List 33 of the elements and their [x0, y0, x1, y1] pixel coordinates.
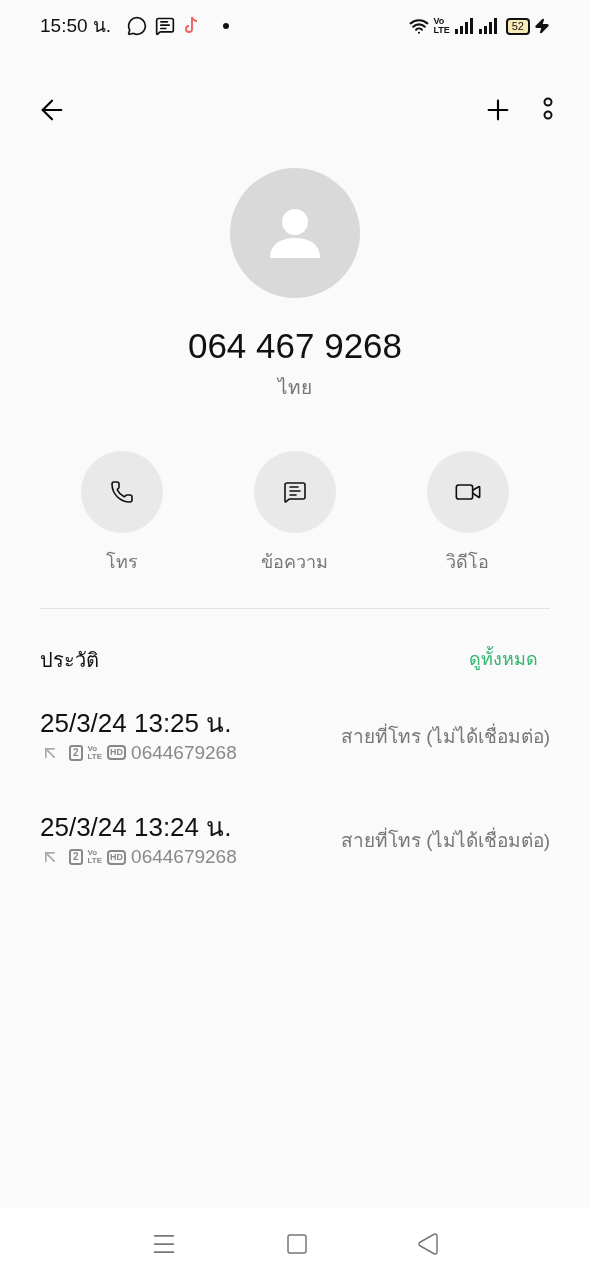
chat-icon — [127, 16, 148, 36]
call-status: สายที่โทร (ไม่ได้เชื่อมต่อ) — [341, 827, 550, 856]
phone-number: 064 467 9268 — [187, 326, 403, 366]
back-nav-button[interactable] — [416, 1232, 441, 1256]
sim-badge: 2 — [69, 744, 83, 761]
signal-icon — [477, 18, 498, 34]
volte-label: Vo LTE — [87, 744, 103, 761]
hd-badge: HD — [107, 745, 127, 761]
volte-label: Vo LTE — [87, 849, 103, 866]
message-action[interactable]: ข้อความ — [235, 450, 355, 576]
call-status: สายที่โทร (ไม่ได้เชื่อมต่อ) — [341, 722, 550, 749]
comment-icon — [155, 16, 176, 36]
sim-badge: 2 — [69, 849, 83, 866]
charging-icon — [534, 18, 550, 34]
hd-badge: HD — [107, 849, 127, 865]
call-number: 0644679268 — [131, 845, 237, 869]
location: ไทย — [278, 376, 312, 400]
wifi-icon — [409, 16, 430, 36]
battery-icon: 52 — [505, 17, 530, 35]
view-all-link[interactable]: ดูทั้งหมด — [469, 646, 538, 673]
call-datetime: 25/3/24 13:24 น. — [40, 811, 233, 843]
volte-label: Vo LTE — [433, 17, 450, 35]
home-button[interactable] — [285, 1232, 309, 1256]
phone-icon — [110, 479, 135, 504]
video-action[interactable]: วิดีโอ — [407, 450, 528, 576]
section-title: ประวัติ — [40, 647, 99, 673]
call-action[interactable]: โทร — [62, 450, 183, 576]
signal-icon — [453, 18, 474, 34]
call-datetime: 25/3/24 13:25 น. — [40, 706, 233, 739]
music-note-icon — [183, 16, 200, 36]
call-number: 0644679268 — [131, 740, 237, 765]
message-icon — [283, 479, 307, 504]
status-time: 15:50 น. — [40, 13, 112, 38]
